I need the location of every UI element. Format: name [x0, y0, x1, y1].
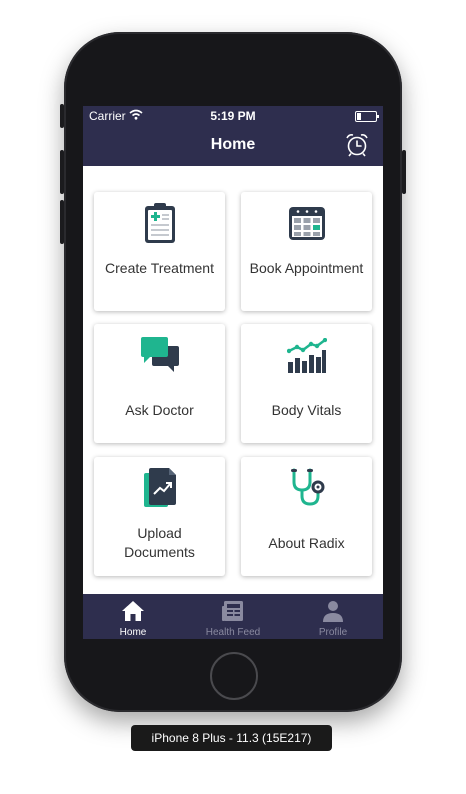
- app-screen: Carrier 5:19 PM Home Create Treatment Bo…: [83, 106, 383, 639]
- tab-label: Profile: [318, 627, 348, 638]
- calendar-icon: [288, 207, 325, 240]
- stethoscope-icon: [290, 468, 324, 506]
- chat-bubbles-icon: [140, 337, 179, 372]
- tile-label: Body Vitals: [271, 402, 342, 418]
- person-icon: [323, 601, 343, 622]
- page-title: Home: [210, 136, 256, 153]
- volume-down-button: [60, 200, 64, 244]
- book-appointment-tile[interactable]: Book Appointment: [241, 192, 372, 311]
- device-home-button[interactable]: [210, 652, 258, 700]
- tab-label: Health Feed: [205, 627, 261, 638]
- tile-label: About Radix: [268, 535, 345, 551]
- home-icon: [122, 601, 144, 621]
- ask-doctor-tile[interactable]: Ask Doctor: [94, 324, 225, 443]
- battery-icon: [355, 111, 379, 122]
- status-time: 5:19 PM: [210, 109, 256, 123]
- body-vitals-tile[interactable]: Body Vitals: [241, 324, 372, 443]
- tab-health-feed[interactable]: Health Feed: [183, 594, 283, 639]
- tab-bar: Home Health Feed Profile: [83, 594, 383, 639]
- alarm-clock-icon[interactable]: [344, 132, 370, 158]
- tile-label: Create Treatment: [105, 260, 214, 276]
- volume-up-button: [60, 150, 64, 194]
- tile-label: Book Appointment: [249, 260, 364, 276]
- mute-switch: [60, 104, 64, 128]
- tile-label: Upload Documents: [124, 525, 195, 560]
- newspaper-icon: [222, 601, 243, 621]
- tab-profile[interactable]: Profile: [283, 594, 383, 639]
- document-upload-icon: [143, 468, 176, 507]
- vitals-chart-icon: [286, 338, 327, 373]
- status-bar: Carrier 5:19 PM: [83, 106, 383, 126]
- about-radix-tile[interactable]: About Radix: [241, 457, 372, 576]
- nav-bar: Home: [83, 126, 383, 166]
- tab-home[interactable]: Home: [83, 594, 183, 639]
- tab-label: Home: [119, 627, 147, 638]
- upload-documents-tile[interactable]: Upload Documents: [94, 457, 225, 576]
- power-button: [402, 150, 406, 194]
- clipboard-medical-icon: [144, 203, 175, 243]
- create-treatment-tile[interactable]: Create Treatment: [94, 192, 225, 311]
- simulator-device-caption: iPhone 8 Plus - 11.3 (15E217): [131, 725, 332, 751]
- tile-label: Ask Doctor: [125, 402, 194, 418]
